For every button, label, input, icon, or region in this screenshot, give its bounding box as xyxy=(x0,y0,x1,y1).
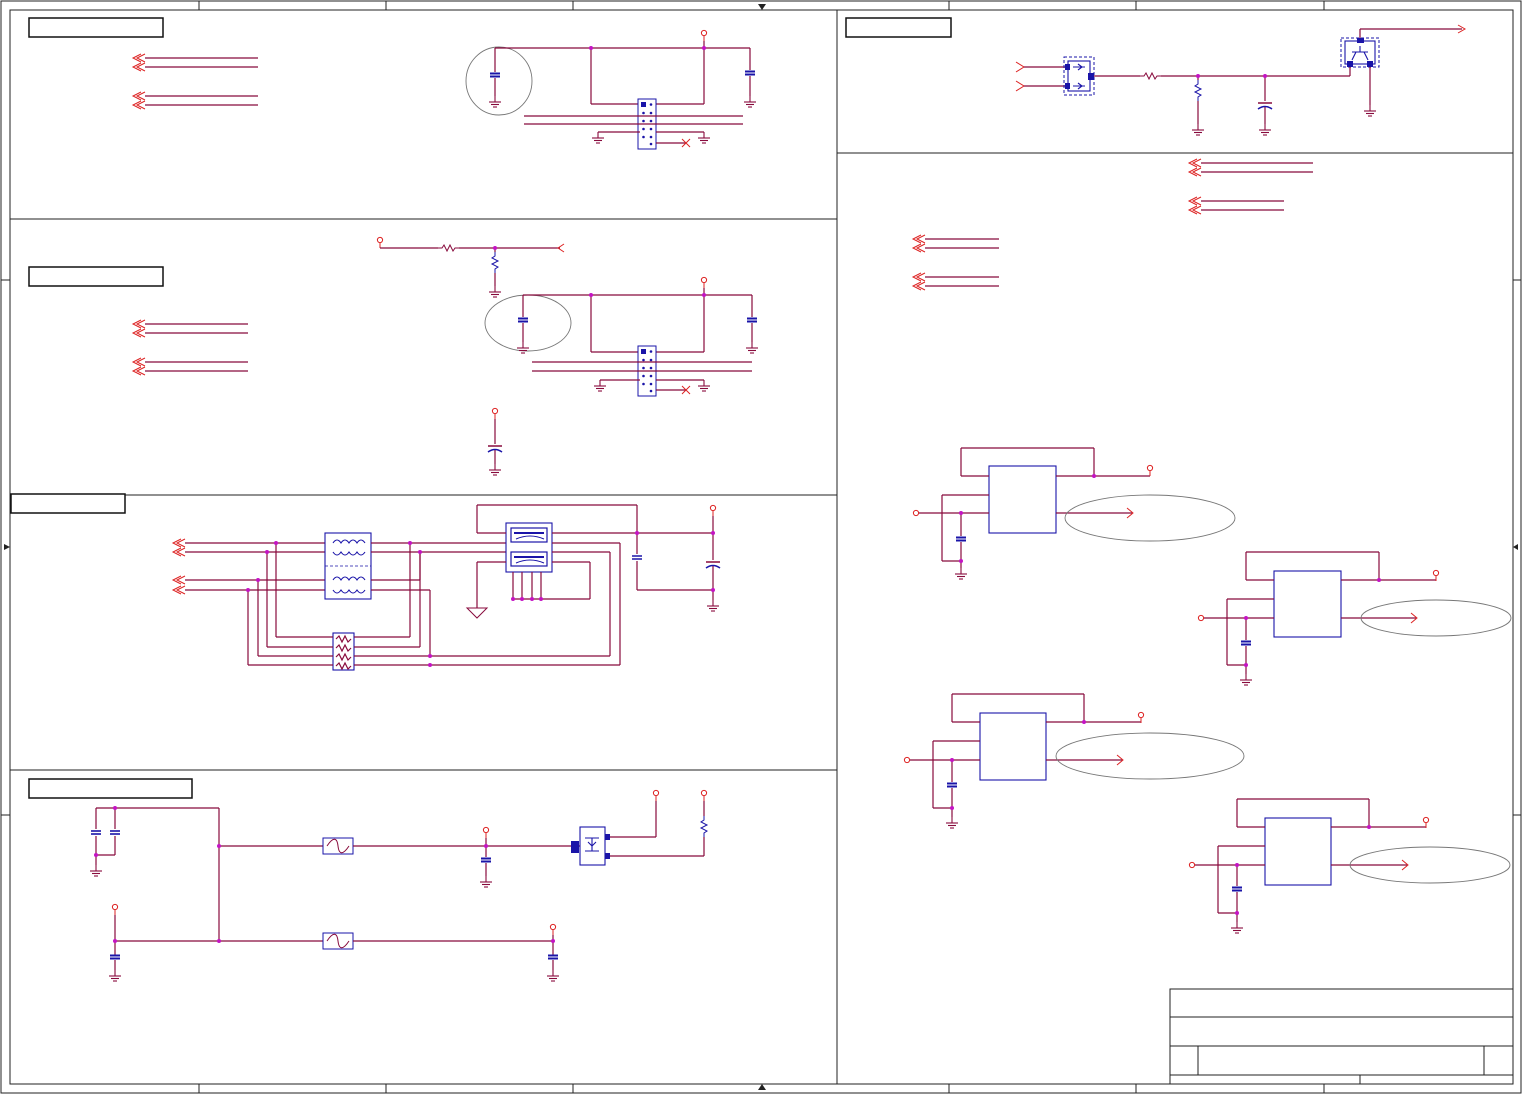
highlight-ellipse xyxy=(484,294,572,352)
fuse-icon xyxy=(322,837,354,855)
panel-mid-left xyxy=(132,236,759,476)
schematic-sheet xyxy=(0,0,1522,1094)
panel-heading-usb xyxy=(10,493,126,514)
panel-heading-top-right xyxy=(845,17,952,38)
sheet-border xyxy=(0,0,1522,1094)
resistor-icon xyxy=(491,251,499,274)
net-label-arrow-icon xyxy=(172,538,186,595)
capacitor-icon xyxy=(489,72,501,78)
ic-block-icon xyxy=(979,712,1047,781)
transistor-icon xyxy=(1340,37,1380,68)
title-block xyxy=(1169,988,1514,1085)
net-label-arrow-icon xyxy=(912,158,1202,291)
highlight-ellipse xyxy=(1055,732,1245,780)
panel-top-right xyxy=(1015,24,1467,136)
panel-heading-power xyxy=(28,778,193,799)
usb-connector-icon xyxy=(505,522,553,573)
panel-headings xyxy=(10,17,952,799)
ic-block-icon xyxy=(988,465,1057,534)
net-label-arrow-icon xyxy=(132,319,146,376)
capacitor-icon xyxy=(744,70,756,76)
ic-block-icon xyxy=(1273,570,1342,638)
panel-right-lower xyxy=(903,158,1512,934)
resistor-network-icon xyxy=(332,632,355,671)
panel-heading-mid-left xyxy=(28,266,164,287)
fuse-icon xyxy=(322,932,354,950)
ground-icon xyxy=(465,607,489,619)
ic-block-icon xyxy=(1264,817,1332,886)
highlight-ellipse xyxy=(1064,494,1236,542)
net-label-arrow-icon xyxy=(132,53,146,110)
mosfet-icon xyxy=(571,826,610,866)
mosfet-icon xyxy=(1063,56,1095,96)
panel-top-left xyxy=(132,29,757,150)
transformer-icon xyxy=(324,532,372,600)
panel-heading-top-left xyxy=(28,17,164,38)
panel-power xyxy=(89,789,708,982)
panel-usb xyxy=(172,504,721,671)
panel-dividers xyxy=(10,10,1513,1084)
power-port-icon xyxy=(700,29,708,42)
resistor-icon xyxy=(437,244,460,252)
